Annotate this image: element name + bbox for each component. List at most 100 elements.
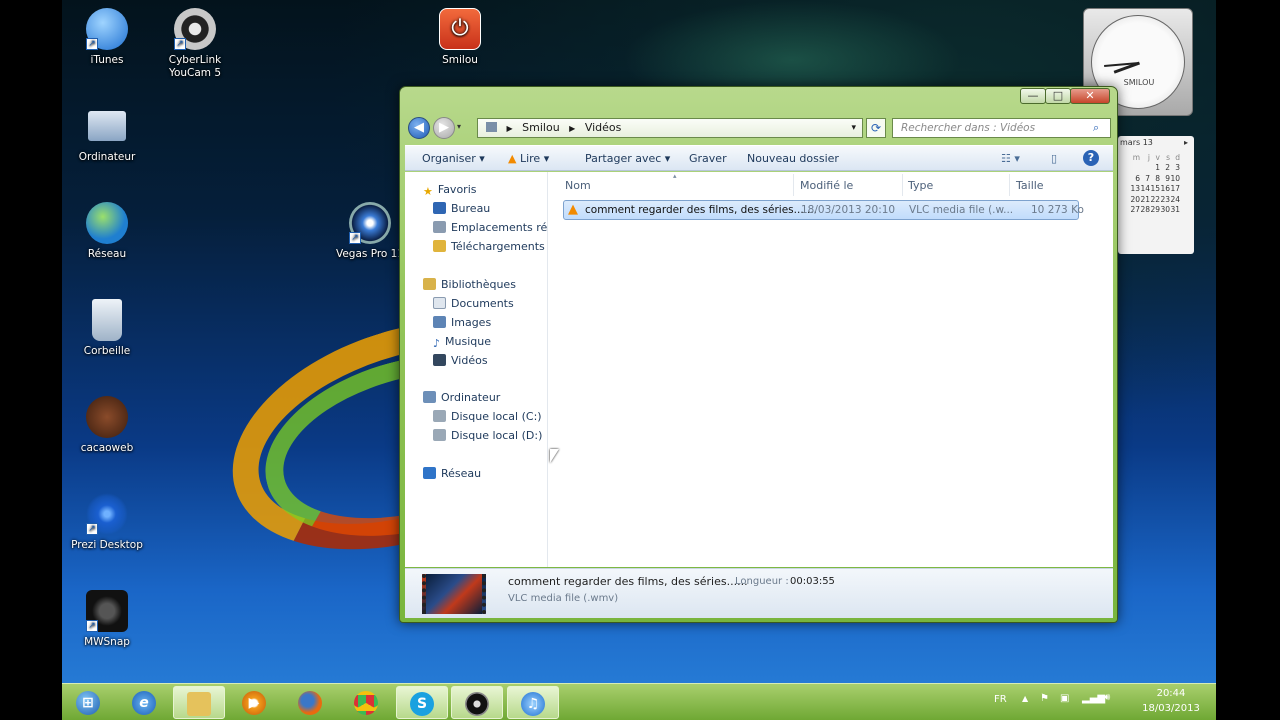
mouse-cursor-icon <box>550 449 559 463</box>
nav-music[interactable]: ♪ Musique <box>433 334 491 350</box>
calendar-day[interactable]: 30 <box>1160 205 1170 216</box>
share-button[interactable]: Partager avec ▾ <box>585 152 670 165</box>
media-player-icon[interactable]: ▶ <box>228 686 280 719</box>
preview-pane-icon[interactable]: ▯ <box>1051 152 1057 165</box>
recent-pages-icon[interactable]: ▾ <box>457 122 461 131</box>
calendar-day[interactable] <box>1140 163 1150 174</box>
desktop-icon-mwsnap[interactable]: ↗ MWSnap <box>62 590 152 649</box>
explorer-folder-icon[interactable] <box>173 686 225 719</box>
calendar-day[interactable]: 1 <box>1150 163 1160 174</box>
minimize-button[interactable]: — <box>1020 88 1046 104</box>
tray-time[interactable]: 20:44 <box>1146 688 1196 699</box>
organize-button[interactable]: Organiser ▾ <box>422 152 485 165</box>
breadcrumb-smilou[interactable]: Smilou <box>522 121 560 134</box>
nav-drive-d[interactable]: Disque local (D:) <box>433 428 542 444</box>
nav-downloads[interactable]: Téléchargements <box>433 239 545 255</box>
calendar-day[interactable]: 3 <box>1170 163 1180 174</box>
start-orb-icon[interactable]: ⊞ <box>62 686 114 719</box>
view-options-icon[interactable]: ☷ ▾ <box>1001 152 1020 165</box>
desktop-icon-itunes[interactable]: ↗ iTunes <box>62 8 152 67</box>
chrome-icon[interactable] <box>340 686 392 719</box>
calendar-day[interactable]: 21 <box>1140 194 1150 205</box>
nav-drive-c[interactable]: Disque local (C:) <box>433 409 542 425</box>
calendar-day[interactable]: 8 <box>1150 173 1160 184</box>
file-row[interactable]: ▲ comment regarder des films, des séries… <box>563 200 1084 220</box>
new-folder-button[interactable]: Nouveau dossier <box>747 152 839 165</box>
calendar-day[interactable]: 28 <box>1140 205 1150 216</box>
calendar-day[interactable]: 16 <box>1160 184 1170 195</box>
calendar-day[interactable]: 14 <box>1140 184 1150 195</box>
calendar-day[interactable]: 23 <box>1160 194 1170 205</box>
desktop-icon-smilou[interactable]: ⏻ Smilou <box>415 8 505 67</box>
nav-documents[interactable]: Documents <box>433 296 514 312</box>
device-icon[interactable]: ▣ <box>1060 693 1069 704</box>
calendar-day[interactable] <box>1130 163 1140 174</box>
column-modified[interactable]: Modifié le <box>800 179 853 192</box>
calendar-day[interactable]: 27 <box>1130 205 1140 216</box>
internet-explorer-icon[interactable]: e <box>118 686 170 719</box>
nav-desktop[interactable]: Bureau <box>433 201 490 217</box>
calendar-day[interactable]: 6 <box>1130 173 1140 184</box>
network-signal-icon[interactable]: ▂▄▆ <box>1082 693 1105 704</box>
calendar-day[interactable]: 7 <box>1140 173 1150 184</box>
nav-videos[interactable]: Vidéos <box>433 353 488 369</box>
show-hidden-icons-icon[interactable]: ▲ <box>1022 694 1028 703</box>
search-input[interactable]: Rechercher dans : Vidéos <box>892 118 1111 138</box>
firefox-icon[interactable] <box>284 686 336 719</box>
column-type[interactable]: Type <box>908 179 933 192</box>
calendar-day[interactable]: 9 <box>1160 173 1170 184</box>
address-dropdown-icon[interactable]: ▾ <box>851 119 856 137</box>
desktop-icon-prezi[interactable]: ↗ Prezi Desktop <box>62 493 152 552</box>
calendar-next-icon[interactable]: ▸ <box>1184 136 1188 150</box>
calendar-day[interactable]: 24 <box>1170 194 1180 205</box>
network-globe-icon <box>86 202 128 244</box>
nav-recent-places[interactable]: Emplacements récents <box>433 220 547 236</box>
maximize-button[interactable]: □ <box>1045 88 1071 104</box>
calendar-day[interactable]: 17 <box>1170 184 1180 195</box>
breadcrumb-separator-icon[interactable]: ▶ <box>569 124 575 133</box>
search-icon[interactable]: ⌕ <box>1093 121 1099 135</box>
nav-images[interactable]: Images <box>433 315 491 331</box>
refresh-button[interactable]: ⟳ <box>866 118 886 138</box>
column-divider[interactable] <box>1009 174 1010 196</box>
calendar-day[interactable]: 10 <box>1170 173 1180 184</box>
desktop-icon-recycle-bin[interactable]: Corbeille <box>62 299 152 358</box>
calendar-day[interactable]: 2 <box>1160 163 1170 174</box>
help-icon[interactable]: ? <box>1083 150 1099 166</box>
calendar-day[interactable]: 31 <box>1170 205 1180 216</box>
calendar-day[interactable]: 22 <box>1150 194 1160 205</box>
webcam-icon[interactable] <box>451 686 503 719</box>
itunes-icon[interactable]: ♫ <box>507 686 559 719</box>
tray-date[interactable]: 18/03/2013 <box>1131 703 1211 714</box>
desktop-icon-cacaoweb[interactable]: cacaoweb <box>62 396 152 455</box>
forward-button[interactable]: ▶ <box>433 117 455 139</box>
burn-button[interactable]: Graver <box>689 152 727 165</box>
nav-libraries[interactable]: Bibliothèques <box>423 277 516 293</box>
breadcrumb-separator-icon[interactable]: ▶ <box>507 124 513 133</box>
language-indicator[interactable]: FR <box>994 694 1007 705</box>
back-button[interactable]: ◀ <box>408 117 430 139</box>
volume-icon[interactable]: 🔊︎ <box>1104 692 1110 703</box>
desktop-icon-network[interactable]: Réseau <box>62 202 152 261</box>
column-size[interactable]: Taille <box>1016 179 1044 192</box>
column-divider[interactable] <box>902 174 903 196</box>
address-bar[interactable]: ▶ Smilou ▶ Vidéos ▾ <box>477 118 863 138</box>
calendar-day[interactable]: 15 <box>1150 184 1160 195</box>
breadcrumb-videos[interactable]: Vidéos <box>585 121 622 134</box>
calendar-day[interactable]: 29 <box>1150 205 1160 216</box>
desktop-icon-youcam[interactable]: ↗ CyberLink YouCam 5 <box>150 8 240 80</box>
close-button[interactable]: ✕ <box>1070 88 1110 104</box>
skype-icon[interactable]: S <box>396 686 448 719</box>
calendar-gadget[interactable]: mars 13 ▸ mjvsd 123 6 7 8 9 10 13 14 15 16 17 20… <box>1118 136 1194 254</box>
desktop-icon-computer[interactable]: Ordinateur <box>62 105 152 164</box>
nav-favorites[interactable]: ★ Favoris <box>423 182 476 198</box>
column-name[interactable]: Nom <box>565 179 591 192</box>
explorer-window[interactable]: — □ ✕ ◀ ▶ ▾ ▶ Smilou ▶ Vidéos ▾ ⟳ Recher… <box>399 86 1118 623</box>
column-divider[interactable] <box>793 174 794 196</box>
nav-network[interactable]: Réseau <box>423 466 481 482</box>
action-center-flag-icon[interactable]: ⚑ <box>1040 693 1049 704</box>
calendar-day[interactable]: 13 <box>1130 184 1140 195</box>
calendar-day[interactable]: 20 <box>1130 194 1140 205</box>
nav-computer[interactable]: Ordinateur <box>423 390 500 406</box>
play-button[interactable]: ▲ Lire ▾ <box>508 152 549 165</box>
